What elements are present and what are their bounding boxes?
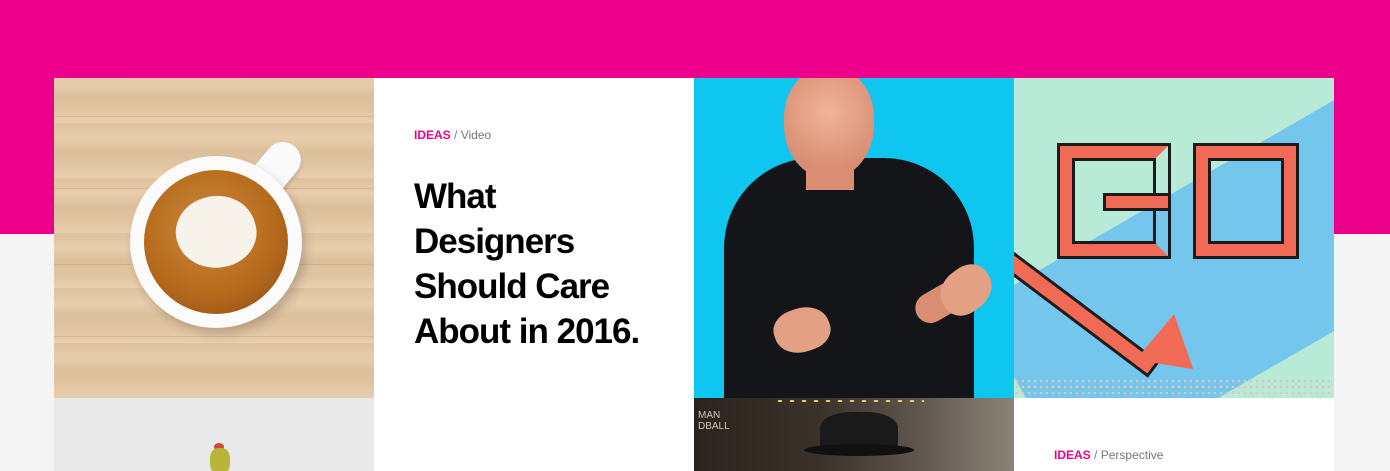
theater-image-tile[interactable]: MAN DBALL [694,398,1014,471]
article-type: Video [460,128,492,142]
letter-g-bar [1106,196,1168,208]
article-meta: IDEAS / Video [414,128,491,142]
article-grid: IDEAS / Video What Designers Should Care… [54,78,1334,471]
coffee-image-tile[interactable] [54,78,374,398]
article-meta-2: IDEAS / Perspective [1054,448,1163,462]
illustration-tile[interactable] [54,398,374,471]
category-link[interactable]: IDEAS [414,128,451,142]
marquee-sign: MAN DBALL [698,410,730,432]
article-card-2[interactable]: IDEAS / Perspective [1014,398,1334,471]
letter-o-shape [1196,146,1296,256]
meta-separator-2: / [1094,448,1098,462]
article-title[interactable]: What Designers Should Care About in 2016… [414,174,664,354]
fedora-brim [804,444,914,456]
article-card[interactable]: IDEAS / Video What Designers Should Care… [374,78,694,471]
wood-plank-line [54,116,374,117]
coffee-crema [144,170,288,314]
coffee-cup [130,156,302,328]
marquee-lights [774,398,924,404]
category-link-2[interactable]: IDEAS [1054,448,1091,462]
shirt [724,158,974,398]
article-type-2: Perspective [1100,448,1164,462]
illustration-blob [210,448,230,471]
milk-foam [168,186,264,278]
head [784,78,874,178]
go-image-tile[interactable] [1014,78,1334,398]
wood-plank-line [54,336,374,337]
portrait-image-tile[interactable] [694,78,1014,398]
meta-separator: / [454,128,458,142]
